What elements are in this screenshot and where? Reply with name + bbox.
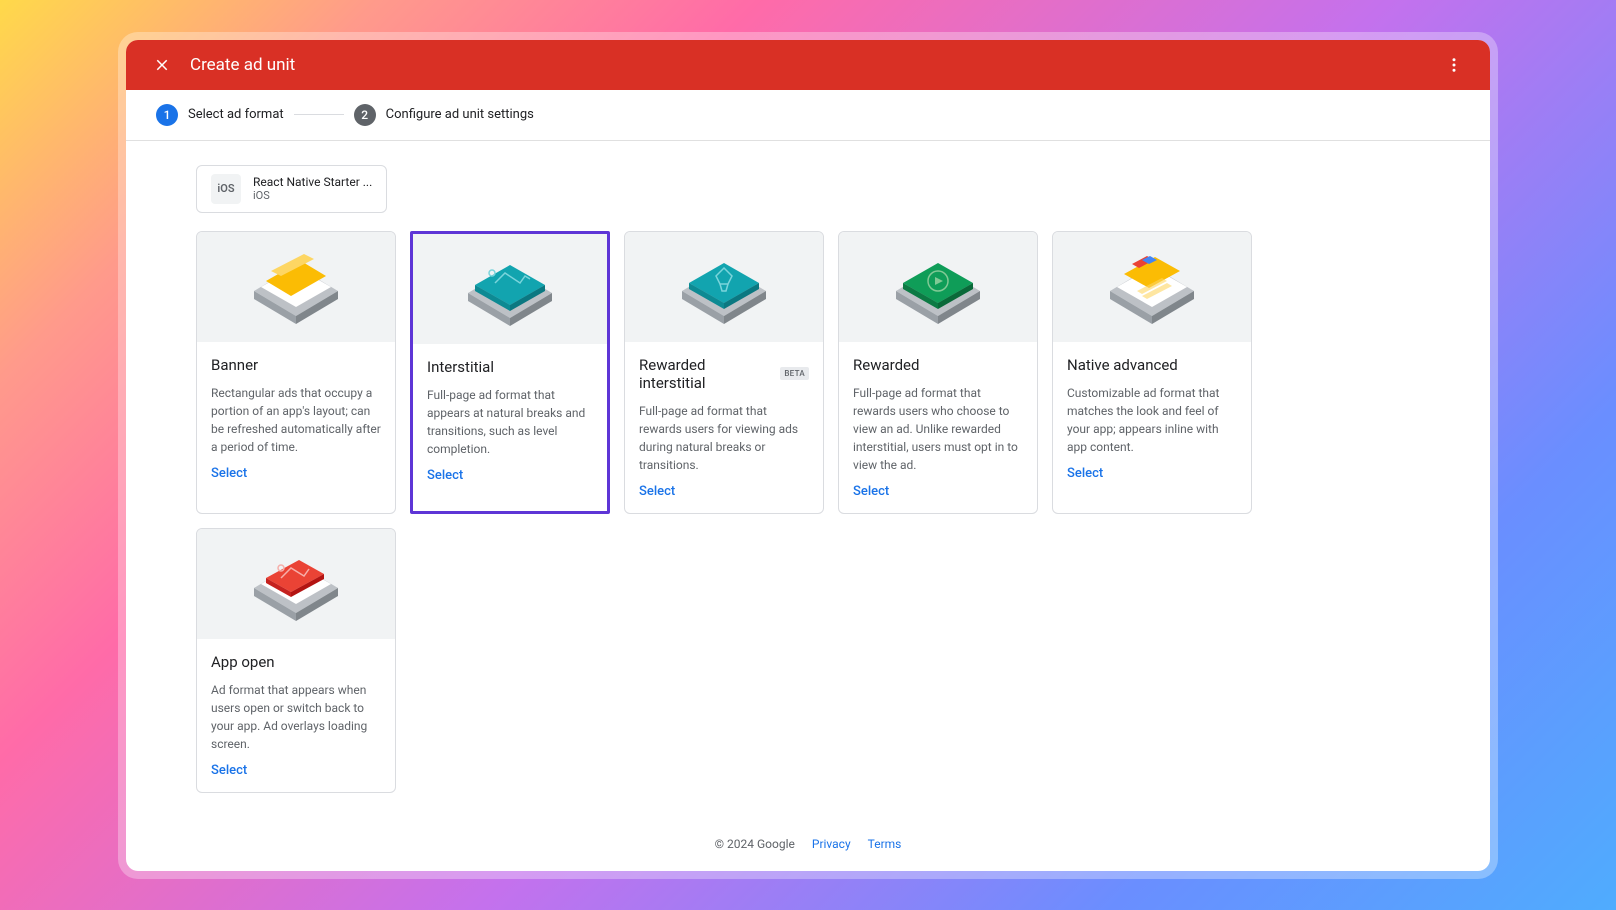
select-button[interactable]: Select xyxy=(639,484,675,499)
step-number: 1 xyxy=(156,104,178,126)
format-card-rewarded: Rewarded Full-page ad format that reward… xyxy=(838,231,1038,514)
format-card-native-advanced: Native advanced Customizable ad format t… xyxy=(1052,231,1252,514)
card-description: Rectangular ads that occupy a portion of… xyxy=(211,384,381,456)
more-vert-icon xyxy=(1445,56,1463,74)
card-illustration xyxy=(413,234,607,344)
footer: © 2024 Google Privacy Terms xyxy=(126,817,1490,871)
card-title: Banner xyxy=(211,356,381,374)
card-body: App open Ad format that appears when use… xyxy=(197,639,395,792)
card-illustration xyxy=(197,529,395,639)
beta-badge: BETA xyxy=(780,367,809,380)
card-description: Full-page ad format that rewards users w… xyxy=(853,384,1023,474)
card-title: Native advanced xyxy=(1067,356,1237,374)
app-window: Create ad unit 1 Select ad format 2 Conf… xyxy=(126,40,1490,871)
card-description: Ad format that appears when users open o… xyxy=(211,681,381,753)
card-description: Full-page ad format that appears at natu… xyxy=(427,386,593,458)
app-info: React Native Starter ... iOS xyxy=(253,175,372,202)
privacy-link[interactable]: Privacy xyxy=(812,837,851,851)
format-card-rewarded-interstitial: Rewarded interstitial BETA Full-page ad … xyxy=(624,231,824,514)
more-options-button[interactable] xyxy=(1434,45,1474,85)
select-button[interactable]: Select xyxy=(427,468,463,483)
card-body: Rewarded interstitial BETA Full-page ad … xyxy=(625,342,823,513)
select-button[interactable]: Select xyxy=(853,484,889,499)
window-frame: Create ad unit 1 Select ad format 2 Conf… xyxy=(118,32,1498,879)
card-body: Native advanced Customizable ad format t… xyxy=(1053,342,1251,495)
card-title: Interstitial xyxy=(427,358,593,376)
interstitial-illustration-icon xyxy=(445,246,575,331)
terms-link[interactable]: Terms xyxy=(868,837,902,851)
card-body: Banner Rectangular ads that occupy a por… xyxy=(197,342,395,495)
platform-icon: iOS xyxy=(211,174,241,204)
rewarded-illustration-icon xyxy=(873,244,1003,329)
page-title: Create ad unit xyxy=(190,55,295,75)
rewarded-interstitial-illustration-icon xyxy=(659,244,789,329)
card-title: App open xyxy=(211,653,381,671)
close-button[interactable] xyxy=(142,45,182,85)
header: Create ad unit xyxy=(126,40,1490,90)
format-card-app-open: App open Ad format that appears when use… xyxy=(196,528,396,793)
app-selector-chip[interactable]: iOS React Native Starter ... iOS xyxy=(196,165,387,213)
native-advanced-illustration-icon xyxy=(1087,244,1217,329)
card-illustration xyxy=(625,232,823,342)
banner-illustration-icon xyxy=(231,244,361,329)
step-connector xyxy=(294,114,344,115)
ad-format-grid: Banner Rectangular ads that occupy a por… xyxy=(196,231,1420,793)
step-label: Configure ad unit settings xyxy=(386,107,534,122)
card-body: Interstitial Full-page ad format that ap… xyxy=(413,344,607,497)
stepper: 1 Select ad format 2 Configure ad unit s… xyxy=(126,90,1490,141)
select-button[interactable]: Select xyxy=(1067,466,1103,481)
step-1[interactable]: 1 Select ad format xyxy=(156,104,284,126)
step-2[interactable]: 2 Configure ad unit settings xyxy=(354,104,534,126)
select-button[interactable]: Select xyxy=(211,763,247,778)
card-illustration xyxy=(197,232,395,342)
step-number: 2 xyxy=(354,104,376,126)
format-card-interstitial: Interstitial Full-page ad format that ap… xyxy=(410,231,610,514)
content-area: iOS React Native Starter ... iOS xyxy=(126,141,1490,817)
close-icon xyxy=(153,56,171,74)
card-illustration xyxy=(839,232,1037,342)
app-platform: iOS xyxy=(253,189,372,202)
step-label: Select ad format xyxy=(188,107,284,122)
app-name: React Native Starter ... xyxy=(253,175,372,189)
card-title-text: Rewarded interstitial xyxy=(639,356,774,392)
select-button[interactable]: Select xyxy=(211,466,247,481)
card-illustration xyxy=(1053,232,1251,342)
card-description: Full-page ad format that rewards users f… xyxy=(639,402,809,474)
copyright-text: © 2024 Google xyxy=(715,837,795,851)
card-description: Customizable ad format that matches the … xyxy=(1067,384,1237,456)
card-title: Rewarded xyxy=(853,356,1023,374)
card-body: Rewarded Full-page ad format that reward… xyxy=(839,342,1037,513)
card-title: Rewarded interstitial BETA xyxy=(639,356,809,392)
format-card-banner: Banner Rectangular ads that occupy a por… xyxy=(196,231,396,514)
app-open-illustration-icon xyxy=(231,541,361,626)
